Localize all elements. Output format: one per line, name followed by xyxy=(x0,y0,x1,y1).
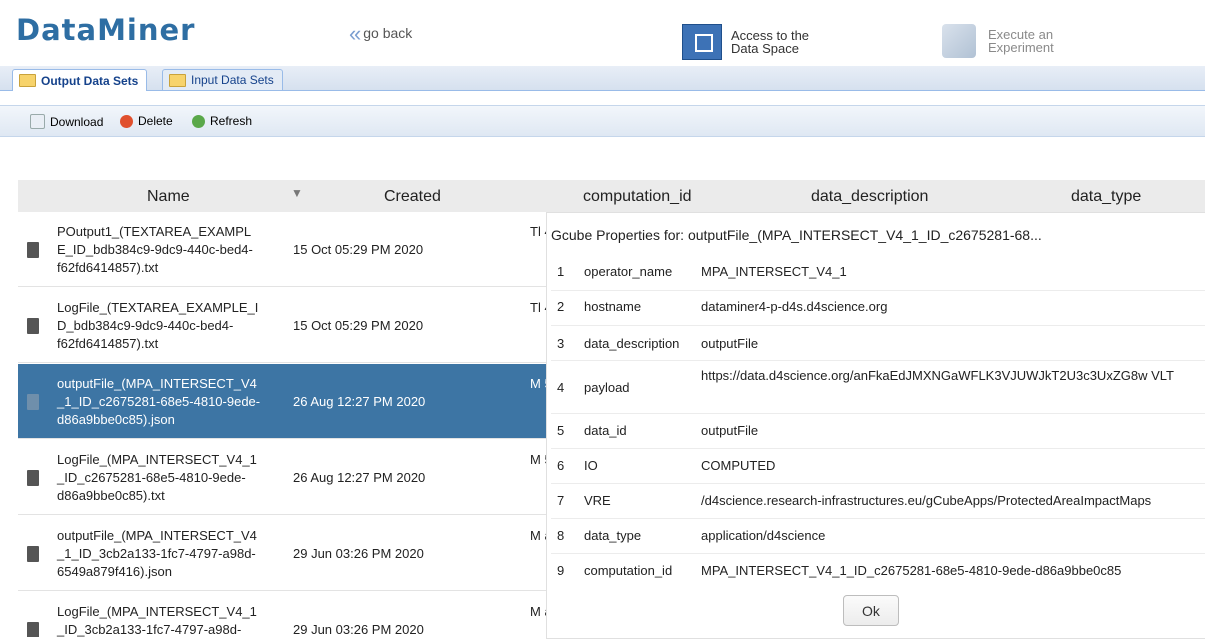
property-index: 9 xyxy=(557,563,565,578)
property-value: /d4science.research-infrastructures.eu/g… xyxy=(701,493,1152,508)
property-value: https://data.d4science.org/anFkaEdJMXNGa… xyxy=(701,368,1174,383)
row-created: 26 Aug 12:27 PM 2020 xyxy=(293,470,426,485)
row-name: LogFile_(TEXTAREA_EXAMPLE_I D_bdb384c9-9… xyxy=(57,300,259,351)
grid-header: Name ▼ Created computation_id data_descr… xyxy=(18,180,1205,212)
row-name: LogFile_(MPA_INTERSECT_V4_1 _ID_3cb2a133… xyxy=(57,604,257,637)
property-index: 2 xyxy=(557,299,565,314)
property-row: 4 payload https://data.d4science.org/anF… xyxy=(551,361,1205,414)
property-row: 2 hostname dataminer4-p-d4s.d4science.or… xyxy=(551,291,1205,326)
file-icon xyxy=(27,394,39,410)
download-label: Download xyxy=(50,114,104,129)
dataminer-logo: DataMiner xyxy=(16,13,196,47)
refresh-icon xyxy=(192,114,205,128)
folder-icon xyxy=(169,73,186,87)
delete-button[interactable]: Delete xyxy=(120,114,173,128)
property-index: 1 xyxy=(557,264,565,279)
table-row[interactable]: POutput1_(TEXTAREA_EXAMPL E_ID_bdb384c9-… xyxy=(18,212,548,287)
column-name[interactable]: Name xyxy=(147,188,190,206)
row-name: outputFile_(MPA_INTERSECT_V4 _1_ID_c2675… xyxy=(57,376,261,427)
dialog-title: Gcube Properties for: outputFile_(MPA_IN… xyxy=(551,227,1042,243)
file-icon xyxy=(27,318,39,334)
delete-label: Delete xyxy=(138,114,173,128)
refresh-label: Refresh xyxy=(210,114,253,128)
row-name: LogFile_(MPA_INTERSECT_V4_1 _ID_c2675281… xyxy=(57,452,257,503)
row-name: POutput1_(TEXTAREA_EXAMPL E_ID_bdb384c9-… xyxy=(57,224,253,275)
property-key: VRE xyxy=(584,493,611,508)
property-value: dataminer4-p-d4s.d4science.org xyxy=(701,299,888,314)
property-key: payload xyxy=(584,380,630,395)
tab-input-data-sets[interactable]: Input Data Sets xyxy=(162,69,283,90)
tab-output-data-sets[interactable]: Output Data Sets xyxy=(12,69,148,91)
tab-label: Input Data Sets xyxy=(191,73,274,87)
experiment-icon xyxy=(942,24,976,58)
property-key: IO xyxy=(584,458,598,473)
delete-icon xyxy=(120,114,133,128)
table-row[interactable]: outputFile_(MPA_INTERSECT_V4 _1_ID_3cb2a… xyxy=(18,516,548,591)
property-index: 8 xyxy=(557,528,565,543)
property-index: 7 xyxy=(557,493,565,508)
column-data-type[interactable]: data_type xyxy=(1071,188,1141,206)
property-row: 8 data_type application/d4science xyxy=(551,519,1205,554)
file-icon xyxy=(27,242,39,258)
download-icon xyxy=(30,114,45,129)
property-index: 5 xyxy=(557,423,565,438)
property-value: outputFile xyxy=(701,423,759,438)
property-row: 6 IO COMPUTED xyxy=(551,449,1205,484)
toolbar: Download Delete Refresh xyxy=(0,105,1205,137)
double-chevron-left-icon: « xyxy=(349,21,362,46)
property-value: MPA_INTERSECT_V4_1 xyxy=(701,264,847,279)
row-created: 26 Aug 12:27 PM 2020 xyxy=(293,394,426,409)
property-row: 7 VRE /d4science.research-infrastructure… xyxy=(551,484,1205,519)
file-icon xyxy=(27,622,39,637)
property-key: hostname xyxy=(584,299,642,314)
tab-bar: Output Data Sets Input Data Sets xyxy=(0,66,1205,91)
property-value: MPA_INTERSECT_V4_1_ID_c2675281-68e5-4810… xyxy=(701,563,1122,578)
property-index: 4 xyxy=(557,380,565,395)
go-back-link[interactable]: « go back xyxy=(349,21,413,46)
property-row: 9 computation_id MPA_INTERSECT_V4_1_ID_c… xyxy=(551,554,1205,588)
row-created: 29 Jun 03:26 PM 2020 xyxy=(293,622,424,637)
file-icon xyxy=(27,470,39,486)
property-value: COMPUTED xyxy=(701,458,776,473)
property-index: 3 xyxy=(557,336,565,351)
column-created[interactable]: Created xyxy=(384,188,441,206)
property-row: 5 data_id outputFile xyxy=(551,414,1205,449)
row-created: 15 Oct 05:29 PM 2020 xyxy=(293,318,424,333)
row-name: outputFile_(MPA_INTERSECT_V4 _1_ID_3cb2a… xyxy=(57,528,257,579)
sort-desc-icon[interactable]: ▼ xyxy=(291,186,303,200)
property-key: operator_name xyxy=(584,264,673,279)
property-key: data_id xyxy=(584,423,627,438)
refresh-button[interactable]: Refresh xyxy=(192,114,252,128)
ok-button[interactable]: Ok xyxy=(843,595,899,626)
property-row: 1 operator_name MPA_INTERSECT_V4_1 xyxy=(551,256,1205,291)
tab-label: Output Data Sets xyxy=(41,73,139,88)
table-row[interactable]: LogFile_(MPA_INTERSECT_V4_1 _ID_3cb2a133… xyxy=(18,592,548,637)
access-data-space-link[interactable]: Access to the Data Space xyxy=(682,24,809,60)
access-line2: Data Space xyxy=(731,41,799,56)
table-row[interactable]: LogFile_(TEXTAREA_EXAMPLE_I D_bdb384c9-9… xyxy=(18,288,548,363)
property-value: application/d4science xyxy=(701,528,826,543)
folder-icon xyxy=(19,74,36,87)
gcube-properties-dialog: Gcube Properties for: outputFile_(MPA_IN… xyxy=(546,212,1205,639)
property-key: data_description xyxy=(584,336,680,351)
execute-line2: Experiment xyxy=(988,40,1054,55)
row-created: 15 Oct 05:29 PM 2020 xyxy=(293,242,424,257)
execute-experiment-link[interactable]: Execute an Experiment xyxy=(942,24,1054,58)
property-key: data_type xyxy=(584,528,642,543)
property-key: computation_id xyxy=(584,563,673,578)
property-index: 6 xyxy=(557,458,565,473)
file-icon xyxy=(27,546,39,562)
property-row: 3 data_description outputFile xyxy=(551,326,1205,361)
row-created: 29 Jun 03:26 PM 2020 xyxy=(293,546,424,561)
table-row[interactable]: LogFile_(MPA_INTERSECT_V4_1 _ID_c2675281… xyxy=(18,440,548,515)
data-space-icon xyxy=(682,24,722,60)
app-header: DataMiner « go back Access to the Data S… xyxy=(0,0,1205,66)
download-button[interactable]: Download xyxy=(30,114,103,129)
table-row-selected[interactable]: outputFile_(MPA_INTERSECT_V4 _1_ID_c2675… xyxy=(18,364,548,439)
column-data-description[interactable]: data_description xyxy=(811,188,928,206)
property-value: outputFile xyxy=(701,336,759,351)
column-computation-id[interactable]: computation_id xyxy=(583,188,692,206)
go-back-label: go back xyxy=(363,25,413,41)
